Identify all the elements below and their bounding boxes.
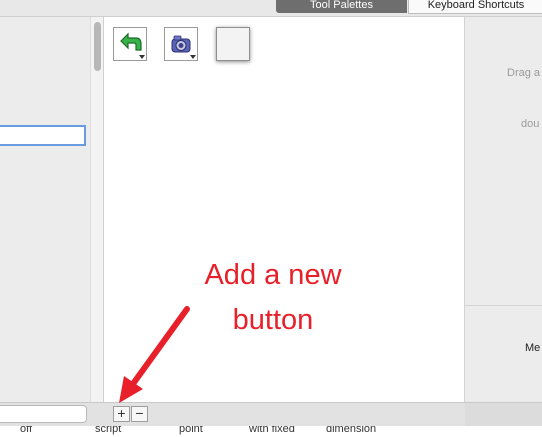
palette-button-camera[interactable] [164,27,198,61]
camera-icon [171,35,196,59]
annotation-text: Add a new button [178,253,368,343]
option-label: point [179,426,203,435]
tab-keyboard-shortcuts[interactable]: Keyboard Shortcuts [408,0,542,14]
option-label: script [95,426,122,435]
inspector-hint-line2: dou [521,118,540,130]
annotation-line1: Add a new [204,259,342,291]
scrollbar-thumb[interactable] [94,22,101,71]
inspector-hint-line1: Drag a [507,67,541,79]
annotation-line2: button [232,304,314,336]
options-row: off script point with fixed dimension [0,426,542,437]
inspector-label: Me [525,342,541,354]
bottom-search-field[interactable] [0,405,87,423]
option-label: dimension [326,426,377,435]
palette-button-new-empty[interactable] [216,27,250,61]
option-label: with fixed [249,426,295,435]
annotation-arrow-icon [119,306,190,403]
palette-list-panel [0,17,90,402]
inspector-bottom-bar [465,402,542,426]
option-label: off [20,426,33,435]
green-return-arrow-icon [120,32,145,59]
tab-tool-palettes[interactable]: Tool Palettes [276,0,407,13]
palette-button-return[interactable] [113,27,147,61]
inspector-divider [465,305,542,306]
palette-name-field[interactable] [0,125,86,146]
